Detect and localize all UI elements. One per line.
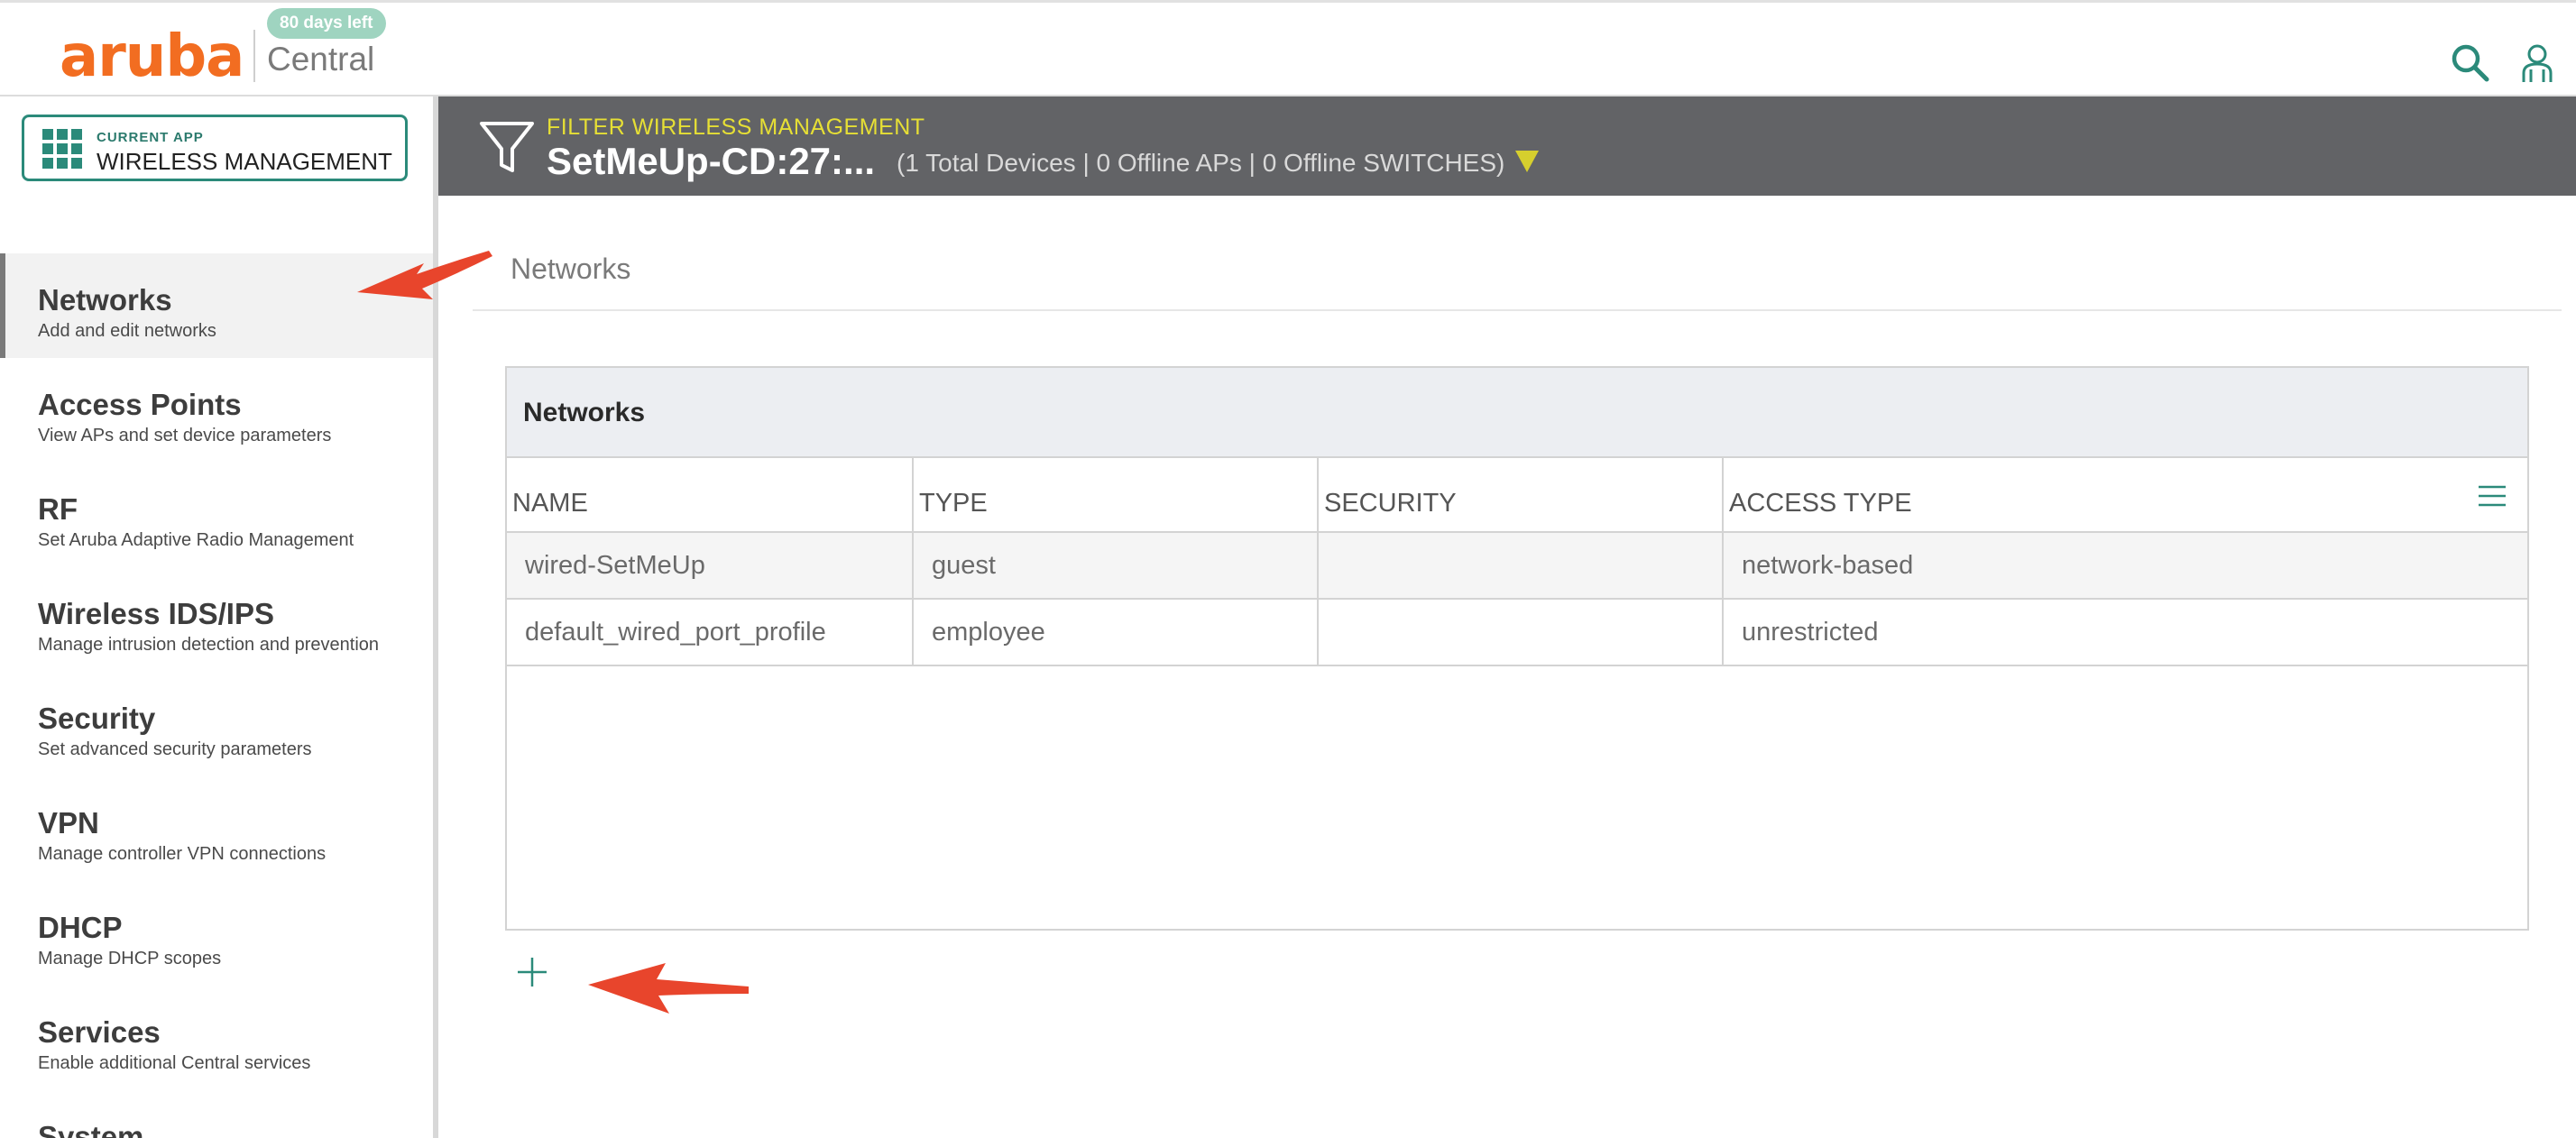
sidebar-item-subtitle: Enable additional Central services xyxy=(38,1053,311,1073)
column-header-security[interactable]: SECURITY xyxy=(1318,458,1724,533)
sidebar-item-title: Access Points xyxy=(38,388,242,421)
filter-bar[interactable]: FILTER WIRELESS MANAGEMENT SetMeUp-CD:27… xyxy=(438,96,2576,196)
networks-panel: Networks NAME TYPE SECURITY ACCESS TYPE xyxy=(505,366,2529,931)
sidebar-item-subtitle: View APs and set device parameters xyxy=(38,426,332,445)
sidebar-item-title: Security xyxy=(38,702,156,735)
sidebar-item-title: RF xyxy=(38,492,78,526)
sidebar-item-title: Services xyxy=(38,1015,161,1049)
sidebar-item-subtitle: Manage DHCP scopes xyxy=(38,949,222,968)
current-app-caption: CURRENT APP xyxy=(97,130,204,145)
sidebar-item-subtitle: Add and edit networks xyxy=(38,321,216,341)
sidebar-item-subtitle: Manage controller VPN connections xyxy=(38,844,327,864)
sidebar-item-rf[interactable]: RF Set Aruba Adaptive Radio Management xyxy=(0,463,433,567)
cell-name: wired-SetMeUp xyxy=(507,532,914,600)
table-row[interactable]: wired-SetMeUp guest network-based xyxy=(507,532,2527,600)
current-app-switcher[interactable]: CURRENT APP WIRELESS MANAGEMENT xyxy=(22,115,408,181)
sidebar-nav: Networks Add and edit networks Access Po… xyxy=(0,253,433,1138)
top-header: aruba 80 days left Central xyxy=(0,0,2576,96)
sidebar-item-title: Wireless IDS/IPS xyxy=(38,597,274,630)
column-header-label: TYPE xyxy=(919,489,988,518)
column-menu-icon[interactable] xyxy=(2477,483,2507,509)
logo-divider xyxy=(253,30,255,82)
add-network-button[interactable] xyxy=(514,954,550,990)
filter-icon[interactable] xyxy=(478,120,536,176)
filter-dropdown-icon[interactable] xyxy=(1513,149,1541,174)
sidebar-item-vpn[interactable]: VPN Manage controller VPN connections xyxy=(0,776,433,881)
app-grid-icon xyxy=(42,129,82,169)
cell-name: default_wired_port_profile xyxy=(507,599,914,666)
title-divider xyxy=(473,309,2562,311)
filter-device-name[interactable]: SetMeUp-CD:27:... xyxy=(547,136,875,187)
cell-access-type: unrestricted xyxy=(1723,599,2527,666)
cell-security xyxy=(1318,532,1724,600)
cell-type: employee xyxy=(913,599,1319,666)
cell-type: guest xyxy=(913,532,1319,600)
table-header-row: NAME TYPE SECURITY ACCESS TYPE xyxy=(507,458,2527,533)
current-app-name: WIRELESS MANAGEMENT xyxy=(97,148,392,175)
search-icon[interactable] xyxy=(2448,41,2493,86)
panel-title: Networks xyxy=(507,368,2527,458)
trial-badge: 80 days left xyxy=(267,8,386,39)
column-header-label: NAME xyxy=(512,489,588,518)
filter-device-stats: (1 Total Devices | 0 Offline APs | 0 Off… xyxy=(897,149,1505,177)
column-header-access-type[interactable]: ACCESS TYPE xyxy=(1723,458,2527,533)
column-header-label: SECURITY xyxy=(1324,489,1457,518)
cell-access-type: network-based xyxy=(1723,532,2527,600)
sidebar-item-subtitle: Set Aruba Adaptive Radio Management xyxy=(38,530,354,550)
annotation-arrow-icon xyxy=(357,251,492,299)
annotation-arrow-icon xyxy=(588,963,749,1014)
sidebar-item-title: DHCP xyxy=(38,911,123,944)
column-header-label: ACCESS TYPE xyxy=(1729,489,1912,518)
column-header-name[interactable]: NAME xyxy=(507,458,914,533)
table-row[interactable]: default_wired_port_profile employee unre… xyxy=(507,599,2527,666)
sidebar-item-wireless-ids-ips[interactable]: Wireless IDS/IPS Manage intrusion detect… xyxy=(0,567,433,672)
sidebar-item-access-points[interactable]: Access Points View APs and set device pa… xyxy=(0,358,433,463)
page-title: Networks xyxy=(511,252,631,285)
sidebar-item-services[interactable]: Services Enable additional Central servi… xyxy=(0,986,433,1090)
networks-table: NAME TYPE SECURITY ACCESS TYPE wired-Set… xyxy=(507,458,2527,666)
sidebar-item-subtitle: Manage intrusion detection and preventio… xyxy=(38,635,380,655)
column-header-type[interactable]: TYPE xyxy=(913,458,1319,533)
sidebar-item-title: System xyxy=(38,1120,144,1138)
user-icon[interactable] xyxy=(2515,41,2560,86)
aruba-logo[interactable]: aruba xyxy=(60,21,244,93)
cell-security xyxy=(1318,599,1724,666)
sidebar-item-subtitle: Set advanced security parameters xyxy=(38,739,312,759)
sidebar-item-system[interactable]: System xyxy=(0,1090,433,1138)
sidebar-item-title: VPN xyxy=(38,806,99,840)
sidebar-item-dhcp[interactable]: DHCP Manage DHCP scopes xyxy=(0,881,433,986)
sidebar-item-security[interactable]: Security Set advanced security parameter… xyxy=(0,672,433,776)
product-name: Central xyxy=(267,41,375,78)
app-window: aruba 80 days left Central CURRENT APP W… xyxy=(0,0,2576,1138)
